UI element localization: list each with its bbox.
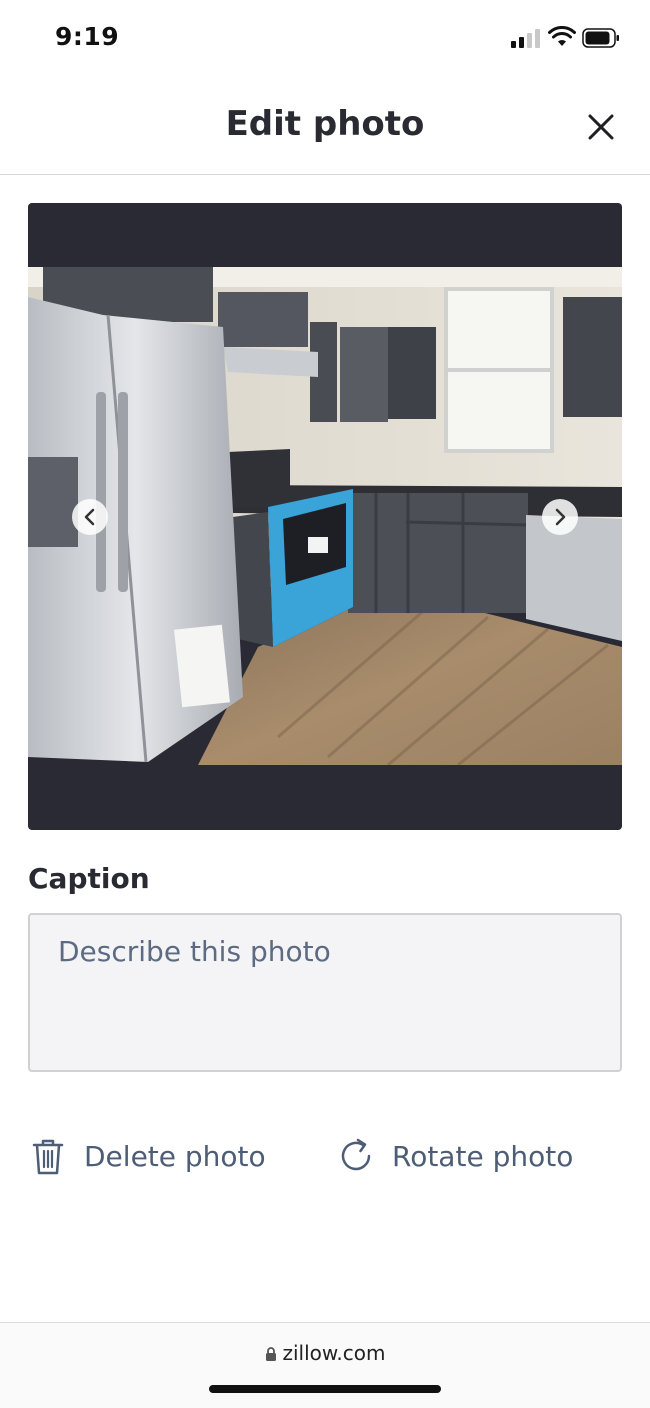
close-button[interactable] bbox=[580, 106, 622, 148]
home-indicator bbox=[209, 1385, 441, 1393]
kitchen-photo bbox=[28, 267, 622, 765]
delete-photo-button[interactable]: Delete photo bbox=[28, 1132, 266, 1180]
header: Edit photo bbox=[0, 78, 650, 175]
cellular-signal-icon bbox=[511, 28, 543, 48]
status-time: 9:19 bbox=[55, 22, 120, 51]
photo-viewer bbox=[28, 203, 622, 830]
chevron-right-icon bbox=[555, 508, 566, 526]
caption-label: Caption bbox=[28, 862, 150, 895]
url-text: zillow.com bbox=[282, 1341, 386, 1365]
page-title: Edit photo bbox=[225, 104, 425, 144]
rotate-photo-button[interactable]: Rotate photo bbox=[336, 1132, 573, 1180]
delete-photo-label: Delete photo bbox=[84, 1139, 266, 1173]
trash-icon bbox=[32, 1139, 64, 1175]
url-display[interactable]: zillow.com bbox=[0, 1341, 650, 1365]
wifi-icon bbox=[548, 26, 576, 46]
browser-address-bar: zillow.com bbox=[0, 1322, 650, 1408]
status-bar: 9:19 bbox=[0, 0, 650, 78]
next-photo-button[interactable] bbox=[542, 499, 578, 535]
rotate-photo-label: Rotate photo bbox=[392, 1139, 574, 1173]
rotate-icon bbox=[341, 1138, 371, 1171]
battery-icon bbox=[582, 28, 619, 48]
lock-icon bbox=[265, 1347, 276, 1361]
chevron-left-icon bbox=[84, 508, 95, 526]
close-icon bbox=[588, 114, 614, 140]
previous-photo-button[interactable] bbox=[72, 499, 108, 535]
caption-input[interactable] bbox=[28, 913, 622, 1072]
